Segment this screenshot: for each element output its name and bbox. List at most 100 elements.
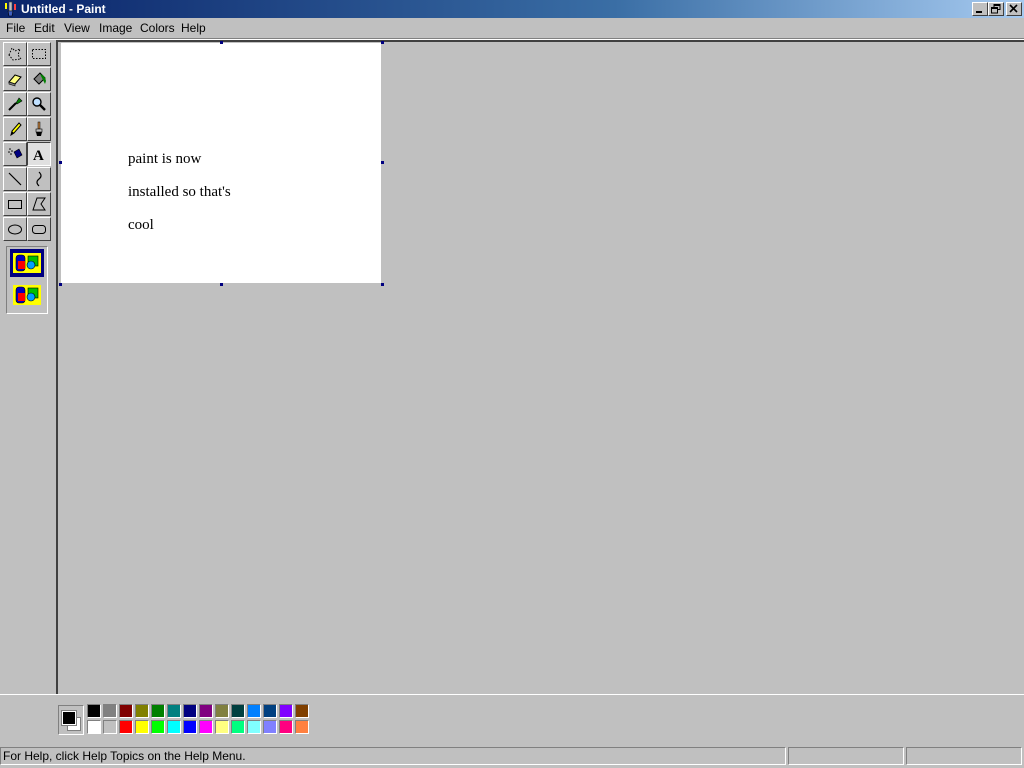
close-icon — [1009, 4, 1018, 13]
restore-button[interactable] — [988, 2, 1004, 16]
canvas-text-line: installed so that's — [128, 184, 231, 200]
color-swatch[interactable] — [199, 720, 213, 734]
canvas-text-line: paint is now — [128, 151, 202, 167]
tool-pencil[interactable] — [3, 117, 27, 141]
canvas-resize-handle-bottom[interactable] — [220, 283, 223, 286]
color-swatch[interactable] — [87, 720, 101, 734]
transparent-background-option[interactable] — [10, 281, 44, 309]
canvas-resize-handle-top-right[interactable] — [381, 41, 384, 44]
tool-curve[interactable] — [27, 167, 51, 191]
tool-magnifier[interactable] — [27, 92, 51, 116]
color-swatch[interactable] — [295, 704, 309, 718]
svg-text:A: A — [33, 148, 44, 162]
color-palette-bar — [0, 694, 1024, 743]
rectangle-select-icon — [32, 49, 46, 59]
minimize-button[interactable] — [972, 2, 988, 16]
free-form-select-icon — [8, 47, 22, 61]
pencil-icon — [10, 122, 22, 137]
tool-pick-color[interactable] — [3, 92, 27, 116]
color-swatch[interactable] — [87, 704, 101, 718]
menu-help[interactable]: Help — [181, 21, 206, 35]
current-colors[interactable] — [58, 705, 84, 735]
color-swatch[interactable] — [119, 720, 133, 734]
eyedropper-icon — [8, 97, 23, 111]
color-swatch[interactable] — [151, 704, 165, 718]
tool-fill-with-color[interactable] — [27, 67, 51, 91]
tool-select[interactable] — [27, 42, 51, 66]
tool-eraser[interactable] — [3, 67, 27, 91]
canvas-resize-handle-top[interactable] — [220, 41, 223, 44]
color-swatch[interactable] — [135, 720, 149, 734]
eraser-icon — [8, 74, 22, 87]
airbrush-icon — [8, 148, 23, 159]
drawing-canvas[interactable]: paint is now installed so that's cool — [61, 43, 381, 283]
line-icon — [8, 172, 22, 186]
color-swatch[interactable] — [295, 720, 309, 734]
menu-bar: File Edit View Image Colors Help — [0, 18, 1024, 38]
color-swatch[interactable] — [231, 720, 245, 734]
color-swatch[interactable] — [215, 704, 229, 718]
status-position-pane — [788, 747, 904, 765]
color-swatch[interactable] — [183, 704, 197, 718]
status-size-pane — [906, 747, 1022, 765]
tool-rectangle[interactable] — [3, 192, 27, 216]
canvas-resize-handle-left[interactable] — [59, 161, 62, 164]
color-swatch[interactable] — [119, 704, 133, 718]
tool-ellipse[interactable] — [3, 217, 27, 241]
color-swatch[interactable] — [135, 704, 149, 718]
color-swatch[interactable] — [263, 720, 277, 734]
color-swatch[interactable] — [183, 720, 197, 734]
menu-edit[interactable]: Edit — [34, 21, 55, 35]
status-help-pane: For Help, click Help Topics on the Help … — [0, 747, 786, 765]
tool-airbrush[interactable] — [3, 142, 27, 166]
status-bar: For Help, click Help Topics on the Help … — [0, 744, 1024, 768]
menu-file[interactable]: File — [6, 21, 25, 35]
color-swatch[interactable] — [215, 720, 229, 734]
paint-bucket-icon — [33, 72, 46, 85]
tool-options-panel — [6, 246, 48, 314]
rectangle-icon — [8, 200, 22, 209]
title-bar[interactable]: Untitled - Paint — [0, 0, 1024, 18]
menu-view[interactable]: View — [64, 21, 90, 35]
rounded-rectangle-icon — [32, 225, 46, 234]
color-swatch[interactable] — [151, 720, 165, 734]
opaque-background-icon — [13, 253, 41, 273]
tool-brush[interactable] — [27, 117, 51, 141]
menu-colors[interactable]: Colors — [140, 21, 175, 35]
paint-app-icon[interactable] — [3, 1, 19, 17]
color-swatch[interactable] — [247, 704, 261, 718]
minimize-icon — [976, 11, 982, 13]
toolbox: A — [0, 40, 56, 692]
brush-icon — [35, 121, 43, 136]
status-help-text: For Help, click Help Topics on the Help … — [3, 749, 246, 763]
color-swatch[interactable] — [199, 704, 213, 718]
curve-icon — [36, 171, 42, 187]
canvas-resize-handle-bottom-left[interactable] — [59, 283, 62, 286]
close-button[interactable] — [1006, 2, 1022, 16]
tool-free-form-select[interactable] — [3, 42, 27, 66]
ellipse-icon — [8, 224, 22, 235]
color-swatch[interactable] — [167, 704, 181, 718]
tool-line[interactable] — [3, 167, 27, 191]
color-swatch[interactable] — [279, 704, 293, 718]
menu-image[interactable]: Image — [99, 21, 132, 35]
color-swatch[interactable] — [167, 720, 181, 734]
magnifier-icon — [32, 97, 46, 111]
polygon-icon — [32, 197, 46, 211]
color-swatch[interactable] — [103, 704, 117, 718]
color-swatch[interactable] — [279, 720, 293, 734]
color-swatch[interactable] — [263, 704, 277, 718]
tool-rounded-rectangle[interactable] — [27, 217, 51, 241]
restore-icon — [991, 4, 1001, 14]
color-swatch[interactable] — [103, 720, 117, 734]
canvas-resize-handle-bottom-right[interactable] — [381, 283, 384, 286]
tool-polygon[interactable] — [27, 192, 51, 216]
transparent-background-icon — [13, 285, 41, 305]
tool-text[interactable]: A — [27, 142, 51, 166]
color-swatch[interactable] — [231, 704, 245, 718]
canvas-resize-handle-right[interactable] — [381, 161, 384, 164]
foreground-color-swatch — [61, 710, 77, 726]
text-icon: A — [33, 148, 44, 162]
color-swatch[interactable] — [247, 720, 261, 734]
opaque-background-option[interactable] — [10, 249, 44, 277]
